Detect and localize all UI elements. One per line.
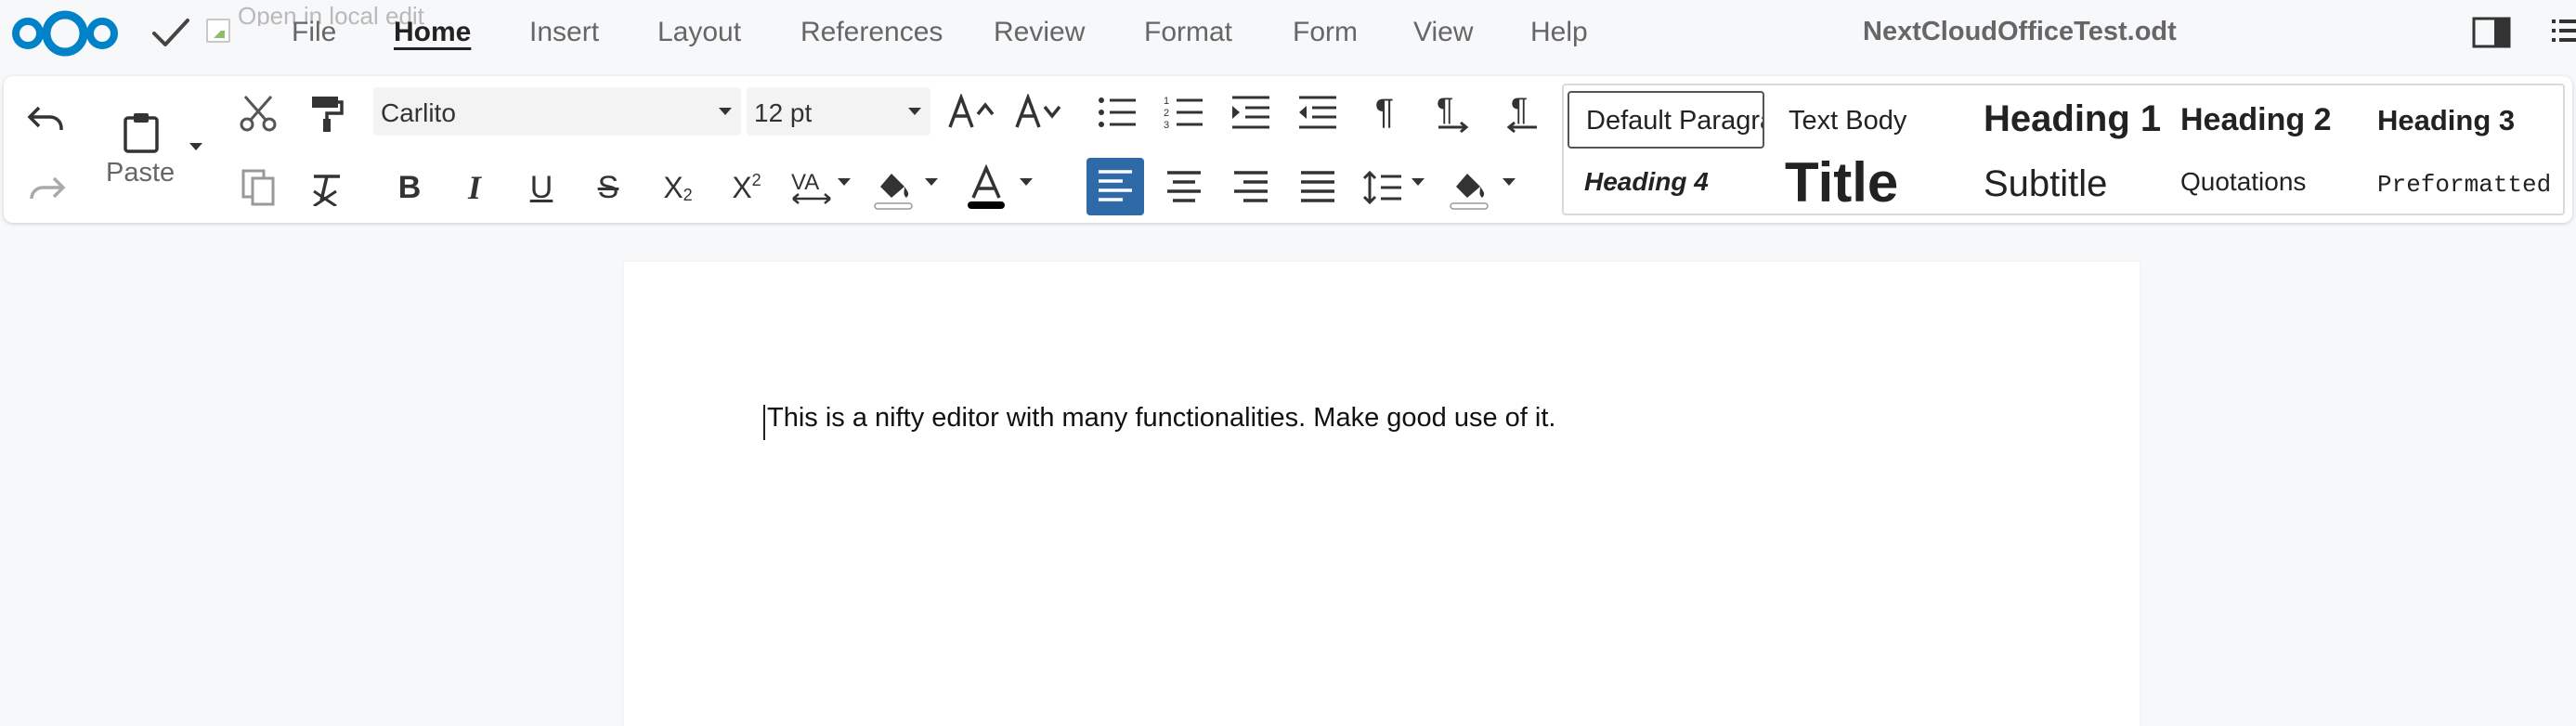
bullet-list-icon[interactable]	[1092, 89, 1142, 136]
align-left-icon[interactable]	[1086, 158, 1144, 215]
menu-insert[interactable]: Insert	[529, 17, 599, 48]
menubar: Open in local edit File Home Insert Layo…	[0, 0, 2576, 67]
text-cursor	[763, 405, 765, 440]
svg-text:¶: ¶	[1437, 92, 1453, 127]
clear-formatting-icon[interactable]	[303, 163, 351, 212]
cut-scissors-icon[interactable]	[234, 89, 282, 137]
font-name-dropdown-arrow[interactable]	[719, 108, 732, 115]
menu-format[interactable]: Format	[1144, 17, 1232, 48]
line-spacing-icon[interactable]	[1358, 162, 1408, 214]
sidebar-toggle-icon[interactable]	[2472, 17, 2511, 53]
paste-clipboard-icon[interactable]	[113, 108, 169, 156]
align-center-icon[interactable]	[1159, 162, 1209, 214]
menu-review[interactable]: Review	[994, 17, 1085, 48]
styles-gallery: Default Paragraph Style Text Body Headin…	[1562, 84, 2565, 215]
font-color-icon[interactable]	[960, 162, 1012, 214]
character-spacing-icon[interactable]: VA	[786, 162, 838, 214]
svg-text:2: 2	[1164, 108, 1169, 119]
document-title[interactable]: NextCloudOfficeTest.odt	[1863, 17, 2177, 47]
ribbon-toolbar: Paste Carlito 12 pt B I U S X2 X2 VA 1 2…	[4, 76, 2572, 223]
svg-text:3: 3	[1164, 120, 1169, 130]
redo-icon[interactable]	[22, 165, 71, 210]
menu-view[interactable]: View	[1413, 17, 1473, 48]
document-paragraph[interactable]: This is a nifty editor with many functio…	[767, 403, 1555, 434]
font-size-dropdown-arrow[interactable]	[908, 108, 921, 115]
bold-icon[interactable]: B	[386, 162, 433, 214]
style-default-paragraph[interactable]: Default Paragraph Style	[1568, 91, 1764, 149]
menu-references[interactable]: References	[800, 17, 943, 48]
style-quotations[interactable]: Quotations	[2180, 154, 2366, 212]
highlight-color-icon[interactable]	[867, 162, 919, 214]
style-subtitle[interactable]: Subtitle	[1984, 152, 2169, 212]
justify-icon[interactable]	[1293, 162, 1343, 214]
more-menu-icon[interactable]	[2552, 17, 2576, 49]
menu-layout[interactable]: Layout	[657, 17, 741, 48]
copy-icon[interactable]	[234, 163, 282, 212]
formatting-marks-icon[interactable]: ¶	[1361, 89, 1408, 136]
style-text-body[interactable]: Text Body	[1781, 93, 1967, 147]
character-spacing-dropdown-arrow[interactable]	[838, 178, 851, 186]
font-size-combobox[interactable]: 12 pt	[747, 87, 930, 136]
strikethrough-icon[interactable]: S	[585, 162, 631, 214]
document-page[interactable]	[624, 262, 2140, 726]
style-heading-2[interactable]: Heading 2	[2180, 89, 2366, 147]
style-heading-3[interactable]: Heading 3	[2377, 89, 2559, 147]
subscript-icon[interactable]: X2	[652, 162, 704, 214]
open-local-edit-image-icon[interactable]	[206, 19, 230, 43]
menu-file[interactable]: File	[292, 17, 336, 48]
font-name-value: Carlito	[381, 98, 456, 127]
saved-check-icon	[150, 15, 191, 57]
paste-dropdown-arrow[interactable]	[189, 143, 202, 150]
menu-form[interactable]: Form	[1293, 17, 1358, 48]
menu-help[interactable]: Help	[1530, 17, 1588, 48]
superscript-icon[interactable]: X2	[721, 162, 773, 214]
font-color-dropdown-arrow[interactable]	[1020, 178, 1033, 186]
decrease-indent-icon[interactable]	[1293, 89, 1343, 136]
paragraph-background-dropdown-arrow[interactable]	[1503, 178, 1516, 186]
style-title[interactable]: Title	[1781, 150, 1967, 214]
numbered-list-icon[interactable]: 123	[1159, 89, 1209, 136]
shrink-font-icon[interactable]	[1012, 89, 1064, 136]
style-preformatted-text[interactable]: Preformatted Text	[2377, 154, 2559, 212]
font-size-value: 12 pt	[754, 98, 813, 127]
italic-icon[interactable]: I	[451, 162, 498, 214]
paragraph-rtl-icon[interactable]: ¶	[1497, 89, 1547, 136]
line-spacing-dropdown-arrow[interactable]	[1412, 178, 1425, 186]
highlight-color-dropdown-arrow[interactable]	[925, 178, 938, 186]
svg-text:1: 1	[1164, 96, 1169, 107]
svg-text:VA: VA	[791, 170, 819, 195]
undo-icon[interactable]	[22, 97, 71, 141]
underline-icon[interactable]: U	[518, 162, 565, 214]
grow-font-icon[interactable]	[945, 89, 997, 136]
style-heading-1[interactable]: Heading 1	[1984, 89, 2169, 147]
paragraph-background-icon[interactable]	[1443, 162, 1495, 214]
menu-home[interactable]: Home	[394, 17, 471, 48]
increase-indent-icon[interactable]	[1226, 89, 1276, 136]
align-right-icon[interactable]	[1226, 162, 1276, 214]
paragraph-ltr-icon[interactable]: ¶	[1428, 89, 1478, 136]
clone-formatting-icon[interactable]	[303, 89, 351, 137]
paste-button-label[interactable]: Paste	[106, 158, 175, 188]
font-name-combobox[interactable]: Carlito	[373, 87, 741, 136]
style-heading-4[interactable]: Heading 4	[1568, 154, 1764, 212]
nextcloud-logo-icon[interactable]	[7, 4, 123, 64]
